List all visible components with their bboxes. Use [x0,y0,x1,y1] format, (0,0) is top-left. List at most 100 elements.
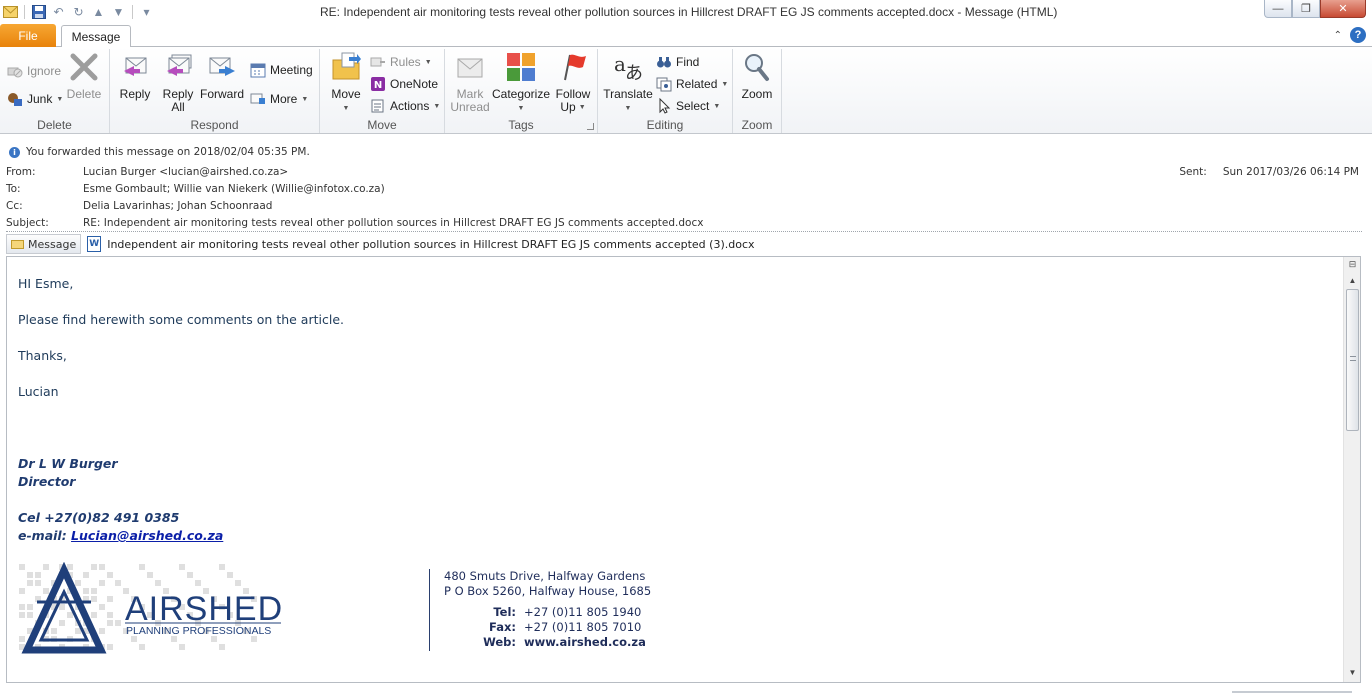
logo-word: AIRSHED [125,590,282,628]
help-icon[interactable]: ? [1350,27,1366,43]
vertical-scrollbar[interactable]: ⊟ ▲ ▼ [1343,257,1360,682]
close-button[interactable]: ✕ [1320,0,1366,18]
logo-pattern-square [83,588,89,594]
quick-access-toolbar: ↶ ↻ ▲ ▼ ▾ [2,3,155,20]
scroll-thumb[interactable] [1346,289,1359,431]
calendar-icon [250,62,266,78]
onenote-icon: N [370,76,386,92]
dialog-launcher-icon[interactable] [587,123,594,130]
logo-pattern-square [83,572,89,578]
message-body[interactable]: HI Esme, Please find herewith some comme… [6,256,1361,683]
attachment-bar: Message W Independent air monitoring tes… [6,234,755,254]
more-button[interactable]: More ▼ [250,91,308,107]
mark-unread-button[interactable]: Mark Unread [449,51,491,114]
logo-pattern-square [91,564,97,570]
reply-button[interactable]: Reply [116,51,154,101]
flag-icon [557,51,589,83]
to-value[interactable]: Esme Gombault; Willie van Niekerk (Willi… [83,183,385,195]
logo-pattern-square [19,588,25,594]
attachment-name[interactable]: Independent air monitoring tests reveal … [107,238,754,251]
minimize-button[interactable]: — [1264,0,1292,18]
logo-pattern-square [43,564,49,570]
tab-message[interactable]: Message [61,25,131,48]
mark-unread-icon [454,51,486,83]
message-view-tab[interactable]: Message [6,234,82,254]
from-value[interactable]: Lucian Burger <lucian@airshed.co.za> [83,166,288,178]
find-button[interactable]: Find [656,54,699,70]
tel-label: Tel: [493,605,516,619]
group-label-respond: Respond [190,118,239,132]
logo-pattern-square [99,604,105,610]
save-icon[interactable] [30,3,47,20]
sender-name-line: Lucian [18,384,59,399]
actions-button[interactable]: Actions ▼ [370,98,440,114]
signature-email-line: e-mail: Lucian@airshed.co.za [18,528,223,543]
ignore-button[interactable]: Ignore [7,63,61,79]
envelope-icon [11,239,24,249]
follow-up-button[interactable]: Follow Up ▼ [553,51,593,114]
translate-icon: aあ [612,51,644,83]
reply-all-button[interactable]: Reply All [159,51,197,114]
rules-button[interactable]: Rules ▼ [370,54,432,70]
logo-pattern-square [19,636,25,642]
logo-pattern-square [35,572,41,578]
cc-value[interactable]: Delia Lavarinhas; Johan Schoonraad [83,200,272,212]
customize-toolbar-icon[interactable]: ▾ [138,3,155,20]
binoculars-icon [656,54,672,70]
chevron-down-icon: ▼ [578,104,586,111]
restore-button[interactable]: ❐ [1292,0,1320,18]
zoom-button[interactable]: Zoom [739,51,775,101]
mark-unread-label-2: Unread [450,100,490,114]
subject-value: RE: Independent air monitoring tests rev… [83,217,704,229]
from-row: From: Lucian Burger <lucian@airshed.co.z… [6,166,288,178]
undo-icon[interactable]: ↶ [50,3,67,20]
group-tags: Mark Unread Categorize ▼ Follow Up ▼ Tag… [445,49,598,133]
meeting-button[interactable]: Meeting [250,62,313,78]
translate-button[interactable]: aあ Translate ▼ [602,51,654,115]
thanks-line: Thanks, [18,348,67,363]
logo-pattern-square [91,612,97,618]
web-value[interactable]: www.airshed.co.za [524,635,646,650]
categorize-icon [505,51,537,83]
logo-pattern-square [19,612,25,618]
related-button[interactable]: Related ▼ [656,76,728,92]
next-item-icon[interactable]: ▼ [110,3,127,20]
onenote-button[interactable]: N OneNote [370,76,438,92]
logo-pattern-square [27,612,33,618]
signature-email-label: e-mail: [18,528,72,543]
logo-pattern-square [219,644,225,650]
redo-icon[interactable]: ↻ [70,3,87,20]
signature-name: Dr L W Burger [18,456,118,471]
tab-file[interactable]: File [0,24,56,47]
logo-pattern-square [115,580,121,586]
forward-button[interactable]: Forward [200,51,244,101]
previous-item-icon[interactable]: ▲ [90,3,107,20]
categorize-button[interactable]: Categorize ▼ [492,51,550,115]
cc-row: Cc: Delia Lavarinhas; Johan Schoonraad [6,200,272,212]
logo-pattern-square [179,564,185,570]
tel-value: +27 (0)11 805 1940 [524,605,642,619]
logo-pattern-square [227,572,233,578]
reply-all-icon [162,51,194,83]
select-button[interactable]: Select ▼ [656,98,720,114]
junk-button[interactable]: Junk ▼ [7,91,63,107]
scroll-down-arrow-icon[interactable]: ▼ [1344,665,1360,680]
scroll-up-arrow-icon[interactable]: ▲ [1344,273,1360,288]
logo-pattern-square [219,564,225,570]
logo-pattern-square [19,604,25,610]
signature-email-link[interactable]: Lucian@airshed.co.za [71,528,223,543]
split-view-icon[interactable]: ⊟ [1346,259,1359,272]
delete-button[interactable]: Delete [64,51,104,101]
more-label: More [270,92,298,106]
reply-icon [119,51,151,83]
minimize-ribbon-icon[interactable]: ⌃ [1334,30,1342,41]
logo-pattern-square [107,572,113,578]
to-label: To: [6,183,21,195]
address-line-1: 480 Smuts Drive, Halfway Gardens [444,569,646,583]
move-button[interactable]: Move ▼ [326,51,366,115]
svg-text:N: N [374,80,382,91]
group-zoom: Zoom Zoom [733,49,782,133]
logo-pattern-square [107,612,113,618]
find-label: Find [676,55,700,69]
delete-x-icon [68,51,100,83]
